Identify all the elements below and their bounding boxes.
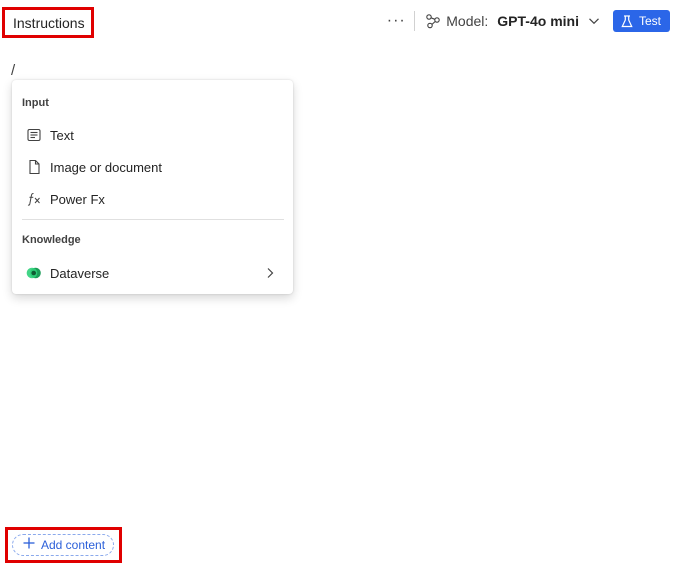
fx-icon: [25, 190, 43, 208]
page-title: Instructions: [13, 14, 85, 31]
plus-icon: [23, 537, 35, 553]
editor-slash[interactable]: /: [11, 62, 15, 79]
insert-menu: Input Text Image or document Power Fx Kn…: [12, 80, 293, 294]
section-label-input: Input: [22, 97, 49, 109]
chevron-down-icon[interactable]: [587, 14, 601, 28]
add-content-button[interactable]: Add content: [12, 534, 114, 556]
model-icon: [424, 12, 442, 30]
chevron-right-icon[interactable]: [263, 266, 277, 280]
test-button-label: Test: [638, 14, 661, 28]
menu-item-text[interactable]: Text: [12, 120, 293, 150]
menu-item-power-fx[interactable]: Power Fx: [12, 184, 293, 214]
menu-item-dataverse[interactable]: Dataverse: [12, 258, 293, 288]
toolbar: ··· Model: GPT-4o mini Test: [384, 10, 670, 32]
add-content-highlight: Add content: [5, 527, 122, 563]
document-icon: [25, 158, 43, 176]
toolbar-divider: [414, 11, 416, 31]
text-icon: [25, 126, 43, 144]
flask-icon: [621, 14, 633, 28]
dataverse-icon: [25, 264, 43, 282]
more-options-button[interactable]: ···: [384, 10, 408, 32]
menu-divider: [22, 219, 284, 220]
model-value[interactable]: GPT-4o mini: [497, 13, 579, 29]
menu-item-label: Dataverse: [50, 265, 110, 281]
model-label: Model:: [446, 13, 489, 29]
menu-item-label: Text: [50, 127, 74, 143]
instructions-title-highlight: Instructions: [2, 7, 94, 38]
test-button[interactable]: Test: [612, 10, 670, 32]
add-content-label: Add content: [41, 538, 106, 552]
menu-item-label: Image or document: [50, 159, 163, 175]
menu-item-label: Power Fx: [50, 191, 105, 207]
menu-item-image-or-document[interactable]: Image or document: [12, 152, 293, 182]
section-label-knowledge: Knowledge: [22, 234, 81, 246]
